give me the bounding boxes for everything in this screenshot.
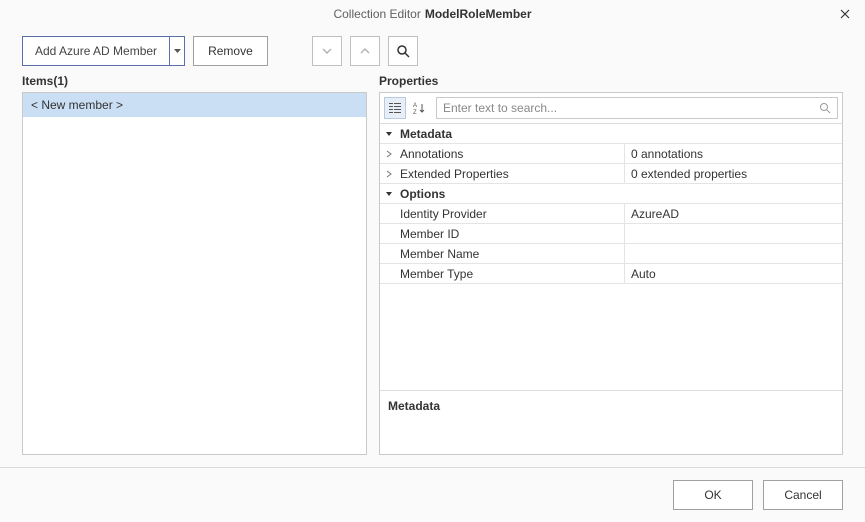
- search-button[interactable]: [388, 36, 418, 66]
- svg-text:Z: Z: [413, 110, 417, 115]
- category-row-options[interactable]: Options: [380, 184, 842, 204]
- properties-header: Properties: [379, 74, 843, 88]
- move-up-button[interactable]: [350, 36, 380, 66]
- property-row-member-id[interactable]: Member ID: [380, 224, 842, 244]
- collapse-icon[interactable]: [380, 130, 398, 138]
- svg-text:A: A: [413, 103, 417, 109]
- items-column: Items(1) < New member >: [22, 74, 367, 455]
- alphabetical-view-button[interactable]: A Z: [408, 97, 430, 119]
- add-member-dropdown-button[interactable]: [169, 36, 185, 66]
- list-item[interactable]: < New member >: [23, 93, 366, 117]
- chevron-up-icon: [360, 48, 370, 54]
- category-name: Options: [398, 187, 624, 201]
- magnify-icon: [396, 44, 410, 58]
- category-row-metadata[interactable]: Metadata: [380, 124, 842, 144]
- category-name: Metadata: [398, 127, 624, 141]
- categorized-icon: [388, 101, 402, 115]
- remove-button[interactable]: Remove: [193, 36, 268, 66]
- search-placeholder: Enter text to search...: [443, 101, 557, 115]
- property-row-identity-provider[interactable]: Identity Provider AzureAD: [380, 204, 842, 224]
- property-row-member-type[interactable]: Member Type Auto: [380, 264, 842, 284]
- ok-button[interactable]: OK: [673, 480, 753, 510]
- property-value[interactable]: 0 annotations: [624, 144, 842, 163]
- property-name: Member ID: [398, 227, 624, 241]
- caret-down-icon: [174, 49, 181, 53]
- property-name: Extended Properties: [398, 167, 624, 181]
- close-icon: [840, 9, 850, 19]
- items-header: Items(1): [22, 74, 367, 88]
- property-name: Annotations: [398, 147, 624, 161]
- items-list[interactable]: < New member >: [22, 92, 367, 455]
- close-button[interactable]: [835, 4, 855, 24]
- expand-icon[interactable]: [380, 150, 398, 158]
- categorized-view-button[interactable]: [384, 97, 406, 119]
- toolbar: Add Azure AD Member Remove: [0, 28, 865, 74]
- add-member-split-button: Add Azure AD Member: [22, 36, 185, 66]
- footer: OK Cancel: [0, 468, 865, 522]
- cancel-button[interactable]: Cancel: [763, 480, 843, 510]
- property-row-member-name[interactable]: Member Name: [380, 244, 842, 264]
- property-search-input[interactable]: Enter text to search...: [436, 97, 838, 119]
- titlebar: Collection Editor ModelRoleMember: [0, 0, 865, 28]
- property-value[interactable]: [624, 224, 842, 243]
- property-value[interactable]: Auto: [624, 264, 842, 283]
- property-row-annotations[interactable]: Annotations 0 annotations: [380, 144, 842, 164]
- alphabetical-icon: A Z: [412, 101, 426, 115]
- move-down-button[interactable]: [312, 36, 342, 66]
- chevron-down-icon: [322, 48, 332, 54]
- property-description-header: Metadata: [380, 390, 842, 454]
- property-value[interactable]: 0 extended properties: [624, 164, 842, 183]
- title-prefix: Collection Editor: [333, 7, 420, 21]
- property-name: Member Type: [398, 267, 624, 281]
- collapse-icon[interactable]: [380, 190, 398, 198]
- properties-column: Properties A Z: [379, 74, 843, 455]
- main-area: Items(1) < New member > Properties A: [0, 74, 865, 467]
- property-name: Member Name: [398, 247, 624, 261]
- property-value[interactable]: AzureAD: [624, 204, 842, 223]
- properties-toolbar: A Z Enter text to search...: [380, 93, 842, 124]
- search-icon: [819, 102, 831, 114]
- title-name: ModelRoleMember: [425, 7, 532, 21]
- add-member-button[interactable]: Add Azure AD Member: [22, 36, 169, 66]
- property-name: Identity Provider: [398, 207, 624, 221]
- property-value[interactable]: [624, 244, 842, 263]
- property-row-extended-properties[interactable]: Extended Properties 0 extended propertie…: [380, 164, 842, 184]
- properties-panel: A Z Enter text to search...: [379, 92, 843, 455]
- property-grid[interactable]: Metadata Annotations 0 annotations Exten…: [380, 124, 842, 390]
- expand-icon[interactable]: [380, 170, 398, 178]
